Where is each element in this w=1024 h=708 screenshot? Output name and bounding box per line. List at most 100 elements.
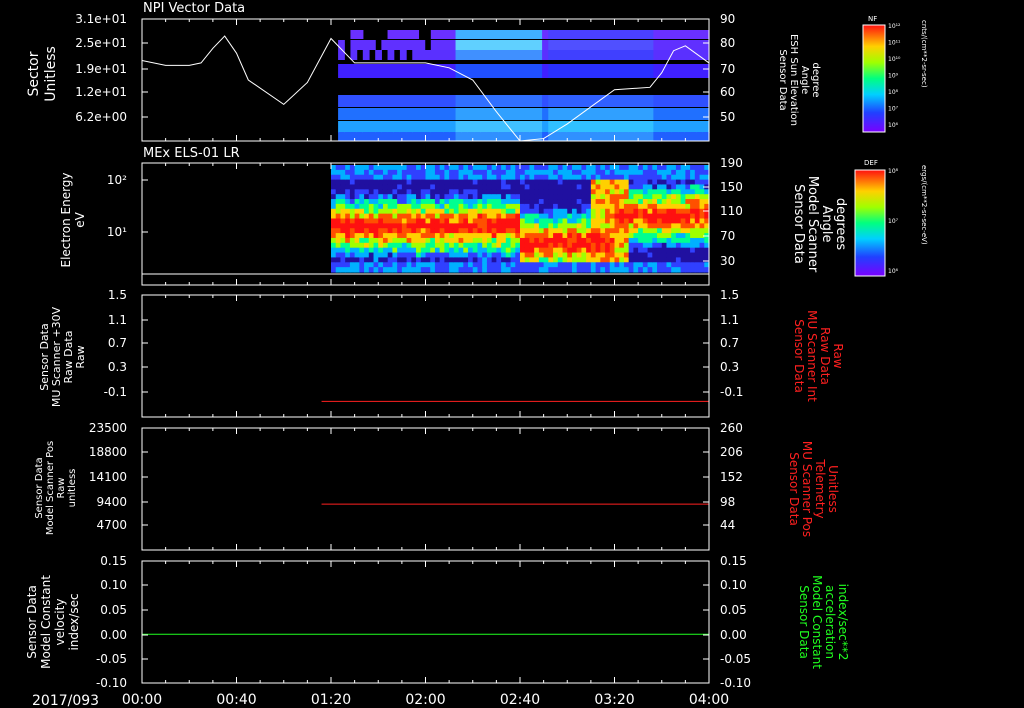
spectrogram2-cell — [534, 165, 540, 171]
spectrogram1-cell — [504, 132, 512, 141]
right-ytick-label: 60 — [720, 85, 735, 99]
spectrogram2-cell — [581, 174, 587, 181]
spectrogram2-cell — [642, 233, 649, 239]
spectrogram2-cell — [623, 189, 630, 195]
spectrogram2-cell — [685, 237, 691, 244]
spectrogram2-cell — [387, 203, 394, 210]
spectrogram2-cell — [373, 218, 379, 224]
spectrogram2-cell — [354, 218, 360, 224]
spectrogram2-cell — [520, 184, 526, 190]
spectrogram2-cell — [449, 223, 455, 229]
spectrogram2-cell — [623, 194, 630, 200]
spectrogram1-cell — [368, 95, 376, 107]
spectrogram2-cell — [605, 242, 611, 249]
spectrogram2-cell — [571, 165, 578, 171]
right-ytick-label: 70 — [720, 62, 735, 76]
spectrogram2-cell — [482, 208, 488, 215]
spectrogram2-cell — [562, 203, 568, 210]
spectrogram2-cell — [623, 247, 630, 254]
spectrogram2-cell — [434, 223, 441, 229]
spectrogram2-cell — [364, 242, 370, 249]
spectrogram2-cell — [486, 242, 493, 249]
spectrogram2-cell — [401, 179, 408, 186]
spectrogram2-cell — [335, 194, 342, 200]
spectrogram2-cell — [529, 179, 535, 186]
spectrogram1-cell — [399, 40, 407, 50]
spectrogram2-cell — [449, 247, 455, 254]
right-ylabel-line: Sensor Data — [797, 585, 811, 659]
spectrogram2-cell — [458, 252, 464, 259]
spectrogram2-cell — [567, 233, 573, 239]
spectrogram1-cell — [634, 30, 642, 39]
spectrogram1-cell — [647, 64, 654, 78]
spectrogram2-cell — [354, 174, 360, 181]
svg-text:Raw: Raw — [56, 477, 67, 498]
spectrogram1-cell — [393, 95, 401, 107]
spectrogram2-cell — [496, 213, 502, 220]
spectrogram2-cell — [538, 169, 545, 176]
spectrogram2-cell — [543, 223, 549, 229]
spectrogram2-cell — [458, 237, 464, 244]
spectrogram2-cell — [562, 267, 568, 273]
spectrogram2-cell — [633, 257, 639, 263]
spectrogram2-cell — [675, 218, 682, 224]
svg-text:Raw: Raw — [74, 345, 87, 368]
colorbar1-tick: 10⁶ — [888, 122, 899, 129]
spectrogram2-cell — [331, 262, 337, 268]
spectrogram2-cell — [628, 233, 634, 239]
spectrogram2-cell — [567, 223, 573, 229]
spectrogram2-cell — [331, 203, 337, 210]
spectrogram2-cell — [524, 213, 531, 220]
spectrogram2-cell — [661, 218, 668, 224]
spectrogram2-cell — [430, 179, 436, 186]
spectrogram2-cell — [444, 218, 450, 224]
spectrogram2-cell — [477, 189, 483, 195]
spectrogram2-cell — [382, 203, 389, 210]
spectrogram2-cell — [543, 179, 549, 186]
spectrogram1-cell — [412, 50, 420, 60]
spectrogram2-cell — [449, 228, 455, 234]
spectrogram2-cell — [468, 208, 474, 215]
spectrogram2-cell — [439, 203, 445, 210]
spectrogram2-cell — [392, 179, 398, 186]
spectrogram2-cell — [661, 194, 668, 200]
spectrogram2-cell — [449, 194, 455, 200]
spectrogram2-cell — [694, 267, 701, 273]
spectrogram2-cell — [345, 237, 351, 244]
spectrogram2-cell — [477, 179, 483, 186]
spectrogram2-cell — [671, 165, 677, 171]
spectrogram1-cell — [628, 30, 636, 39]
spectrogram2-cell — [581, 233, 587, 239]
spectrogram1-cell — [523, 30, 531, 39]
spectrogram1-cell — [585, 30, 593, 39]
spectrogram1-cell — [523, 121, 531, 133]
spectrogram2-cell — [690, 213, 696, 220]
spectrogram2-cell — [581, 237, 587, 244]
spectrogram1-cell — [338, 108, 345, 120]
spectrogram2-cell — [657, 262, 663, 268]
spectrogram2-cell — [600, 267, 606, 273]
right-ylabel-line: Telemetry — [813, 458, 827, 518]
spectrogram2-cell — [486, 179, 493, 186]
spectrogram2-cell — [642, 165, 649, 171]
spectrogram1-cell — [399, 30, 407, 39]
spectrogram1-cell — [542, 108, 549, 120]
spectrogram1-cell — [628, 64, 636, 78]
spectrogram2-cell — [652, 203, 658, 210]
spectrogram1-cell — [529, 121, 537, 133]
spectrogram2-cell — [491, 203, 497, 210]
spectrogram2-cell — [661, 169, 668, 176]
spectrogram2-cell — [548, 194, 554, 200]
spectrogram2-cell — [619, 267, 625, 273]
spectrogram1-cell — [492, 64, 500, 78]
spectrogram1-cell — [690, 108, 698, 120]
spectrogram2-cell — [510, 223, 516, 229]
spectrogram2-cell — [605, 189, 611, 195]
spectrogram2-cell — [349, 208, 356, 215]
spectrogram2-cell — [671, 169, 677, 176]
spectrogram1-cell — [640, 50, 648, 60]
spectrogram2-cell — [373, 208, 379, 215]
spectrogram1-cell — [610, 30, 617, 39]
spectrogram2-cell — [548, 174, 554, 181]
spectrogram2-cell — [614, 223, 620, 229]
